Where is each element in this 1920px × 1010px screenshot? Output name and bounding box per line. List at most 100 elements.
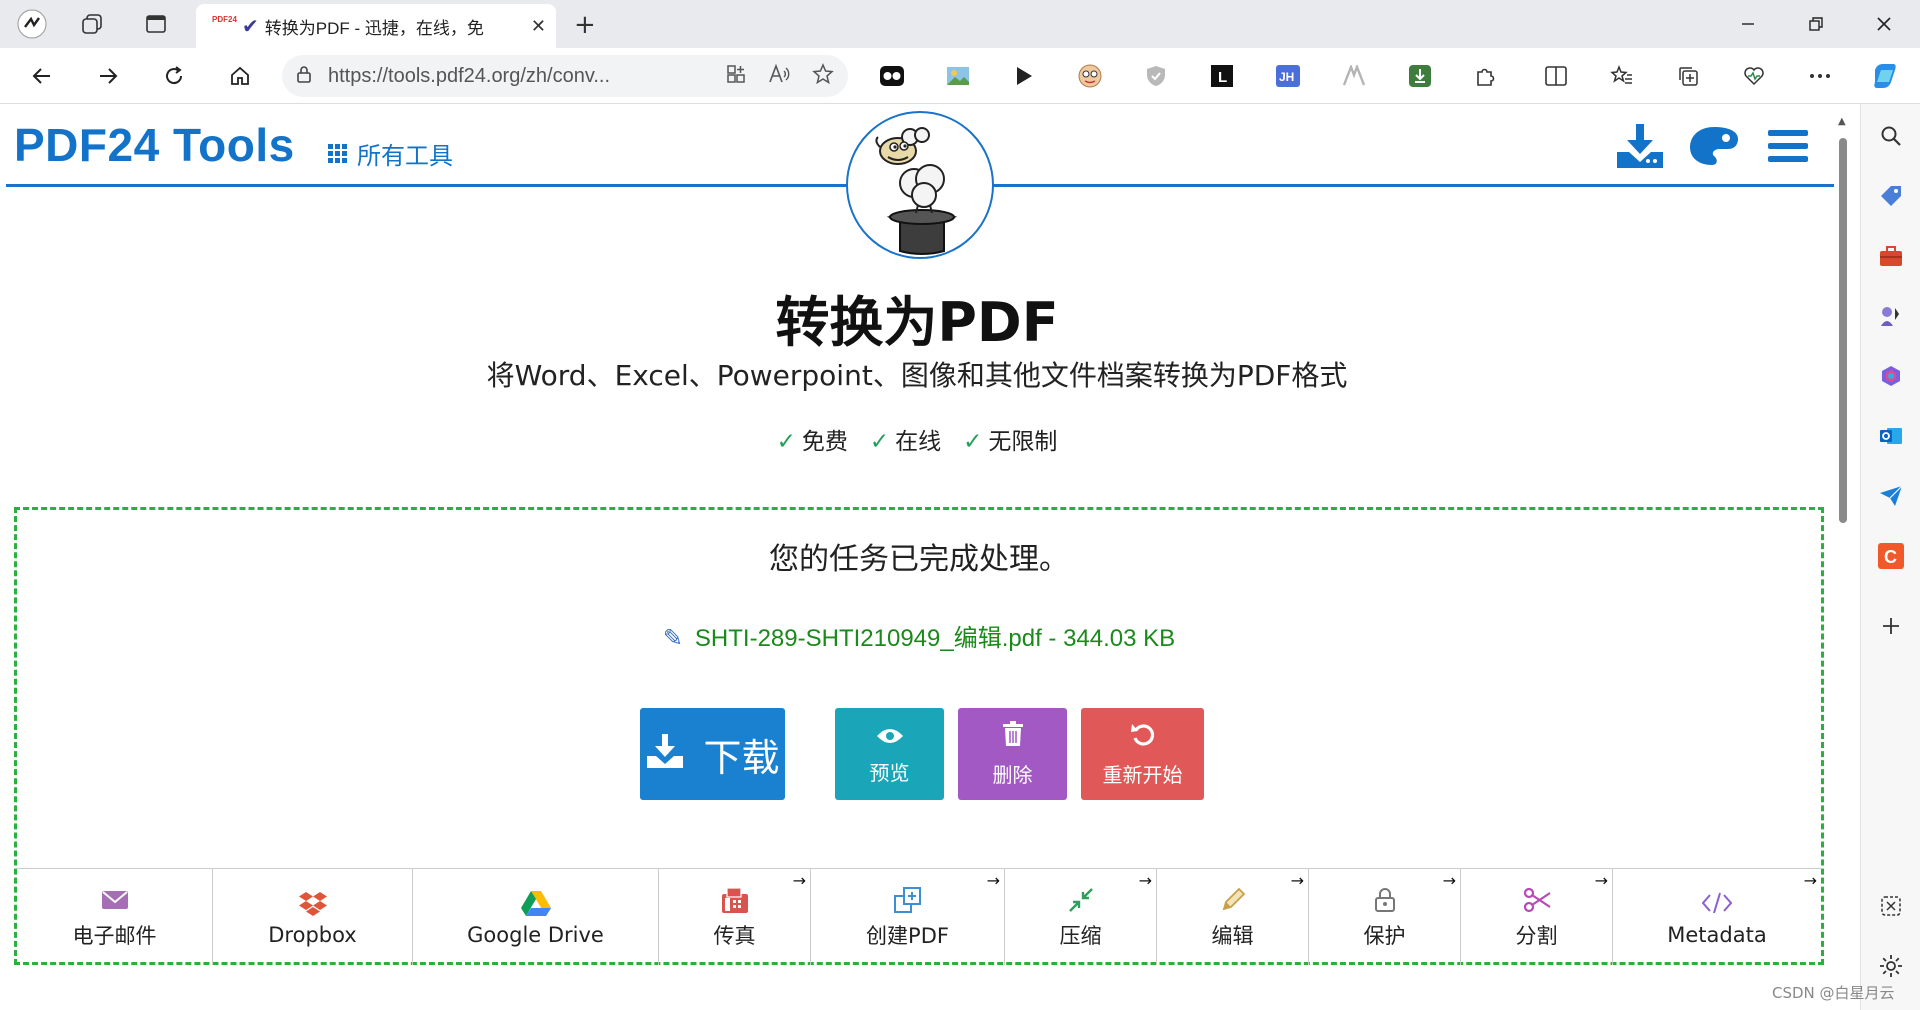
all-tools-link[interactable]: 所有工具 — [328, 136, 453, 171]
delete-button[interactable]: 删除 — [958, 708, 1067, 800]
microsoft-365-icon[interactable] — [1875, 360, 1907, 392]
code-icon — [1702, 887, 1732, 919]
workspaces-icon[interactable] — [76, 8, 108, 40]
scissors-icon — [1523, 884, 1551, 916]
tab-bar: PDF24 ✔ 转换为PDF - 迅捷，在线，免 ✕ + — [0, 0, 1920, 48]
tool-email[interactable]: 电子邮件 — [17, 869, 213, 965]
brand-logo[interactable]: PDF24 Tools — [14, 118, 295, 172]
compress-icon — [1068, 884, 1094, 916]
tool-split[interactable]: → 分割 — [1461, 869, 1613, 965]
split-screen-icon[interactable] — [1540, 60, 1572, 92]
create-pdf-icon — [893, 884, 922, 916]
download-app-icon[interactable] — [1612, 120, 1668, 172]
edge-sidebar: C — [1860, 104, 1920, 1010]
download-button[interactable]: 下载 — [640, 708, 785, 800]
shopping-tag-icon[interactable] — [1875, 180, 1907, 212]
tool-create-pdf[interactable]: → 创建PDF — [811, 869, 1005, 965]
c-app-icon[interactable]: C — [1875, 540, 1907, 572]
check-icon: ✔ — [242, 14, 259, 38]
hamburger-menu-icon[interactable] — [1760, 120, 1816, 172]
read-aloud-icon[interactable] — [768, 63, 790, 89]
settings-gear-icon[interactable] — [1875, 950, 1907, 982]
all-tools-label: 所有工具 — [357, 142, 453, 170]
tool-fax[interactable]: → 传真 — [659, 869, 811, 965]
extension-l-icon[interactable]: L — [1206, 60, 1238, 92]
back-icon[interactable] — [24, 58, 60, 94]
hide-sidebar-icon[interactable] — [1875, 890, 1907, 922]
preview-button[interactable]: 预览 — [835, 708, 944, 800]
restart-button[interactable]: 重新开始 — [1081, 708, 1204, 800]
refresh-icon[interactable] — [156, 58, 192, 94]
browser-toolbar: https://tools.pdf24.org/zh/conv... L JH — [0, 48, 1920, 104]
play-icon[interactable] — [1008, 60, 1040, 92]
tab-title: 转换为PDF - 迅捷，在线，免 — [264, 18, 484, 38]
active-tab[interactable]: PDF24 ✔ 转换为PDF - 迅捷，在线，免 ✕ — [196, 4, 556, 48]
profile-icon[interactable] — [16, 8, 48, 40]
tool-protect[interactable]: → 保护 — [1309, 869, 1461, 965]
extension-jh-icon[interactable]: JH — [1272, 60, 1304, 92]
undo-icon — [1130, 721, 1156, 753]
download-icon — [645, 732, 685, 776]
eye-icon — [876, 723, 904, 751]
extension-image-icon[interactable] — [942, 60, 974, 92]
output-file-name[interactable]: SHTI-289-SHTI210949_编辑.pdf - 344.03 KB — [695, 625, 1175, 652]
watermark: CSDN @白星月云 — [1772, 984, 1895, 1002]
extensions-puzzle-icon[interactable] — [1470, 60, 1502, 92]
shield-icon[interactable] — [1140, 60, 1172, 92]
theme-palette-icon[interactable] — [1686, 120, 1742, 172]
fax-icon — [721, 884, 749, 916]
forward-icon[interactable] — [90, 58, 126, 94]
outlook-icon[interactable] — [1875, 420, 1907, 452]
pdf24-favicon: PDF24 — [212, 15, 237, 24]
extension-a-icon[interactable] — [1338, 60, 1370, 92]
restore-icon[interactable] — [1796, 8, 1836, 40]
scroll-up-icon[interactable]: ▲ — [1838, 116, 1846, 127]
app-available-icon[interactable] — [726, 64, 746, 89]
rename-pencil-icon[interactable]: ✎ — [663, 625, 683, 652]
tool-compress[interactable]: → 压缩 — [1005, 869, 1157, 965]
output-file-link[interactable]: ✎ SHTI-289-SHTI210949_编辑.pdf - 344.03 KB — [17, 618, 1821, 653]
address-bar[interactable]: https://tools.pdf24.org/zh/conv... — [282, 55, 848, 97]
google-drive-icon — [520, 887, 551, 919]
browser-essentials-icon[interactable] — [1738, 60, 1770, 92]
svg-text:JH: JH — [1279, 70, 1294, 84]
copilot-icon[interactable] — [1870, 60, 1902, 92]
page-subtitle: 将Word、Excel、Powerpoint、图像和其他文件档案转换为PDF格式 — [486, 359, 1348, 392]
page-scrollbar[interactable]: ▲ — [1834, 110, 1850, 1010]
restart-label: 重新开始 — [1102, 762, 1183, 787]
collections-icon[interactable] — [1672, 60, 1704, 92]
preview-label: 预览 — [869, 760, 910, 785]
extension-eyes-icon[interactable] — [876, 60, 908, 92]
check-icon: ✓ — [776, 429, 796, 455]
scrollbar-thumb[interactable] — [1839, 138, 1847, 523]
tool-metadata[interactable]: → Metadata — [1613, 869, 1821, 965]
tools-briefcase-icon[interactable] — [1875, 240, 1907, 272]
mascot-image — [846, 111, 994, 259]
home-icon[interactable] — [222, 58, 258, 94]
new-tab-button[interactable]: + — [574, 10, 596, 40]
extension-download-icon[interactable] — [1404, 60, 1436, 92]
minimize-icon[interactable] — [1728, 8, 1768, 40]
follow-up-tools: 电子邮件 Dropbox Google Drive → 传真 → 创建PDF →… — [17, 868, 1821, 965]
pencil-icon — [1220, 884, 1246, 916]
games-icon[interactable] — [1875, 300, 1907, 332]
add-sidebar-app-icon[interactable] — [1875, 610, 1907, 642]
result-panel: 您的任务已完成处理。 ✎ SHTI-289-SHTI210949_编辑.pdf -… — [14, 507, 1824, 965]
favorites-icon[interactable] — [1606, 60, 1638, 92]
extension-face-icon[interactable] — [1074, 60, 1106, 92]
lock-icon[interactable] — [296, 65, 312, 87]
tab-actions-icon[interactable] — [140, 8, 172, 40]
url-text[interactable]: https://tools.pdf24.org/zh/conv... — [328, 65, 704, 88]
close-window-icon[interactable] — [1864, 8, 1904, 40]
svg-text:L: L — [1218, 69, 1227, 86]
task-complete-message: 您的任务已完成处理。 — [769, 542, 1069, 577]
favorite-star-icon[interactable] — [812, 62, 834, 90]
close-tab-icon[interactable]: ✕ — [531, 16, 546, 37]
delete-label: 删除 — [992, 762, 1033, 787]
tool-dropbox[interactable]: Dropbox — [213, 869, 413, 965]
more-menu-icon[interactable] — [1804, 60, 1836, 92]
tool-google-drive[interactable]: Google Drive — [413, 869, 659, 965]
search-icon[interactable] — [1875, 120, 1907, 152]
send-plane-icon[interactable] — [1875, 480, 1907, 512]
tool-edit[interactable]: → 编辑 — [1157, 869, 1309, 965]
